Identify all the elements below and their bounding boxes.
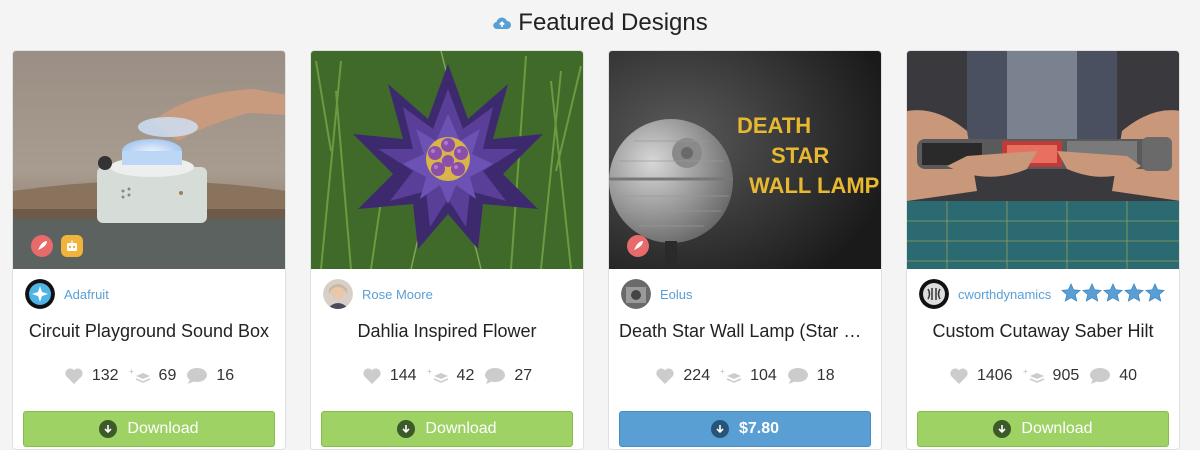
design-card: cworthdynamics Custom Cutaway Saber Hilt… — [906, 50, 1180, 450]
remix-layers-icon: + — [1023, 367, 1044, 383]
likes-stat[interactable]: 132 — [64, 367, 119, 385]
remixes-count: 42 — [456, 367, 475, 384]
design-title[interactable]: Dahlia Inspired Flower — [311, 319, 583, 347]
download-icon — [99, 420, 118, 438]
remixes-stat[interactable]: + 104 — [720, 367, 777, 385]
star-icon — [1082, 283, 1102, 302]
creator-info: cworthdynamics — [907, 269, 1179, 319]
rating-stars — [1061, 283, 1165, 302]
comments-count: 27 — [514, 367, 533, 384]
creator-link[interactable]: Rose Moore — [362, 287, 433, 302]
download-button[interactable]: Download — [321, 411, 573, 447]
design-thumbnail[interactable] — [311, 51, 583, 269]
design-stats: 1406 + 905 40 — [907, 361, 1179, 391]
design-stats: 132 + 69 16 — [13, 361, 285, 391]
comment-icon — [485, 368, 506, 384]
design-title[interactable]: Custom Cutaway Saber Hilt — [907, 319, 1179, 347]
comment-icon — [1090, 368, 1111, 384]
likes-count: 144 — [389, 367, 417, 384]
purchase-button[interactable]: $7.80 — [619, 411, 871, 447]
design-thumbnail[interactable] — [907, 51, 1179, 269]
featured-designs-grid: Adafruit Circuit Playground Sound Box 13… — [12, 50, 1180, 450]
design-image — [311, 51, 583, 269]
svg-text:+: + — [427, 367, 432, 376]
design-image — [907, 51, 1179, 269]
svg-text:+: + — [720, 367, 725, 376]
rocket-icon — [31, 235, 53, 257]
cloud-upload-icon — [493, 17, 512, 30]
remix-layers-icon: + — [427, 367, 448, 383]
remixes-count: 104 — [750, 367, 777, 384]
creator-info: Adafruit — [13, 269, 285, 319]
comment-icon — [187, 368, 208, 384]
remix-layers-icon: + — [720, 367, 742, 383]
avatar[interactable] — [323, 279, 353, 309]
design-title[interactable]: Death Star Wall Lamp (Star Wars) — [609, 319, 881, 347]
creator-info: Eolus — [609, 269, 881, 319]
rocket-icon — [627, 235, 649, 257]
remixes-stat[interactable]: + 69 — [129, 367, 177, 385]
heart-icon — [950, 368, 968, 384]
star-icon — [1103, 283, 1123, 302]
star-icon — [1061, 283, 1081, 302]
design-card: Rose Moore Dahlia Inspired Flower 144 + … — [310, 50, 584, 450]
star-icon — [1145, 283, 1165, 302]
avatar[interactable] — [25, 279, 55, 309]
featured-header: Featured Designs — [0, 0, 1200, 46]
design-card: DEATH STAR WALL LAMP Eolus Death Star Wa… — [608, 50, 882, 450]
page-title: Featured Designs — [518, 9, 708, 36]
likes-stat[interactable]: 144 — [362, 367, 417, 385]
comments-count: 16 — [216, 367, 235, 384]
image-text-line: WALL LAMP — [749, 173, 879, 198]
creator-link[interactable]: Eolus — [660, 287, 693, 302]
remix-layers-icon: + — [129, 367, 150, 383]
download-icon — [397, 420, 416, 438]
design-stats: 144 + 42 27 — [311, 361, 583, 391]
heart-icon — [363, 368, 381, 384]
remixes-stat[interactable]: + 42 — [427, 367, 475, 385]
svg-text:+: + — [1023, 367, 1028, 376]
likes-count: 224 — [683, 367, 711, 384]
avatar[interactable] — [919, 279, 949, 309]
likes-stat[interactable]: 224 — [655, 367, 710, 385]
design-image — [13, 51, 285, 269]
download-button[interactable]: Download — [23, 411, 275, 447]
comment-icon — [787, 368, 808, 384]
download-icon — [993, 420, 1012, 438]
heart-icon — [65, 368, 83, 384]
likes-stat[interactable]: 1406 — [949, 367, 1013, 385]
design-title[interactable]: Circuit Playground Sound Box — [13, 319, 285, 347]
creator-info: Rose Moore — [311, 269, 583, 319]
image-text-line: DEATH — [737, 113, 811, 138]
avatar[interactable] — [621, 279, 651, 309]
download-button[interactable]: Download — [917, 411, 1169, 447]
creator-link[interactable]: Adafruit — [64, 287, 109, 302]
creator-link[interactable]: cworthdynamics — [958, 287, 1051, 302]
svg-text:+: + — [129, 367, 134, 376]
design-thumbnail[interactable] — [13, 51, 285, 269]
comments-stat[interactable]: 40 — [1089, 367, 1137, 385]
comments-stat[interactable]: 16 — [186, 367, 234, 385]
likes-count: 132 — [91, 367, 119, 384]
comments-count: 18 — [816, 367, 835, 384]
design-thumbnail[interactable]: DEATH STAR WALL LAMP — [609, 51, 881, 269]
remixes-count: 905 — [1052, 367, 1080, 384]
design-card: Adafruit Circuit Playground Sound Box 13… — [12, 50, 286, 450]
comments-count: 40 — [1119, 367, 1138, 384]
likes-count: 1406 — [976, 367, 1013, 384]
image-text-line: STAR — [771, 143, 829, 168]
design-stats: 224 + 104 18 — [609, 361, 881, 391]
download-icon — [710, 420, 729, 438]
robot-icon — [61, 235, 83, 257]
star-icon — [1124, 283, 1144, 302]
comments-stat[interactable]: 18 — [787, 367, 835, 385]
heart-icon — [656, 368, 675, 384]
remixes-stat[interactable]: + 905 — [1023, 367, 1080, 385]
remixes-count: 69 — [158, 367, 177, 384]
comments-stat[interactable]: 27 — [484, 367, 532, 385]
design-image: DEATH STAR WALL LAMP — [609, 51, 881, 269]
